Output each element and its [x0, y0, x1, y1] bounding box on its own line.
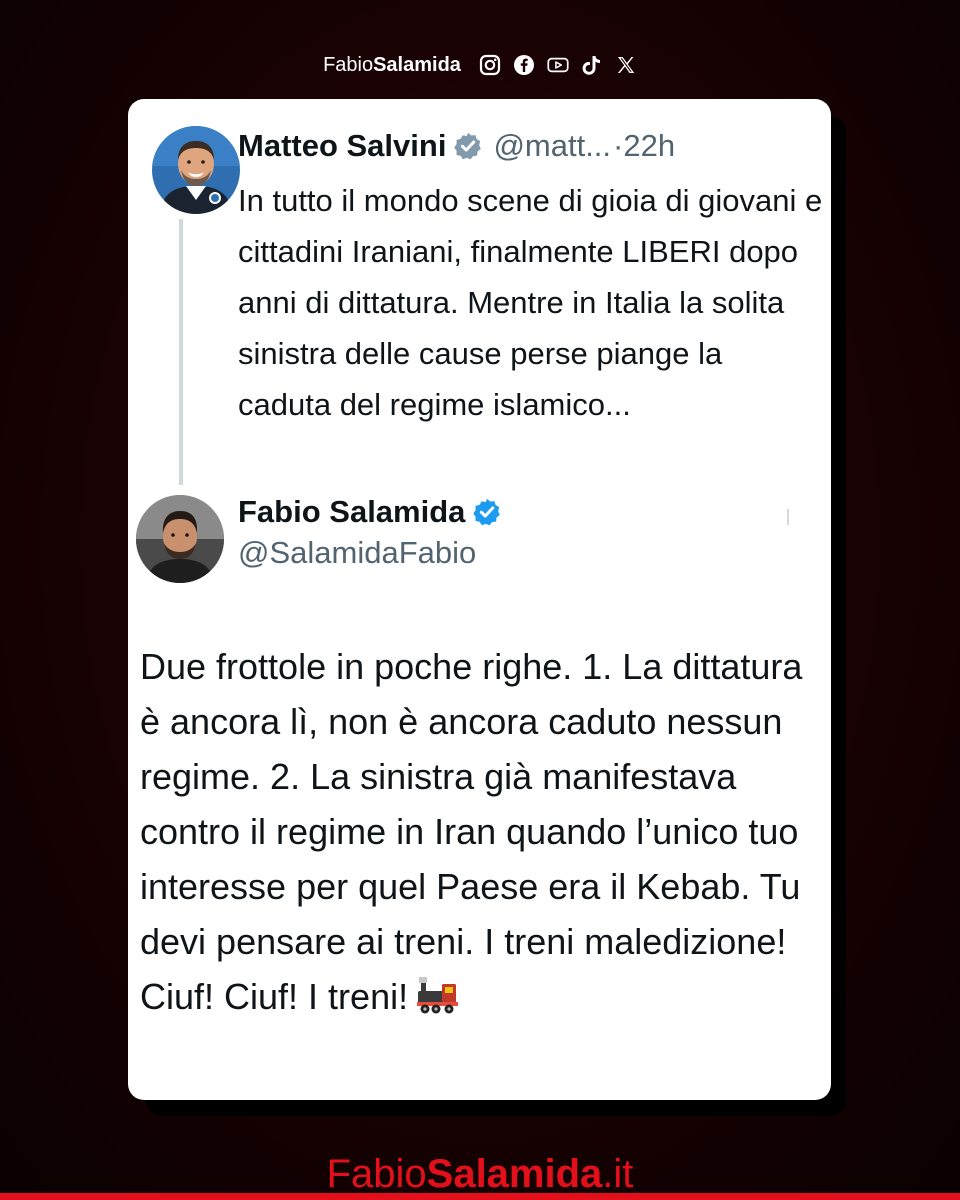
top-brand-first: Fabio [323, 53, 374, 76]
youtube-icon[interactable] [547, 54, 569, 76]
reply-author-name[interactable]: Fabio Salamida [238, 494, 465, 530]
salvini-avatar[interactable] [152, 126, 240, 214]
bottom-accent-strip [0, 1193, 960, 1200]
header-separator: · [613, 128, 624, 163]
fabio-avatar[interactable] [136, 495, 224, 583]
facebook-icon[interactable] [513, 54, 535, 76]
original-tweet-text: In tutto il mondo scene di gioia di giov… [238, 183, 823, 422]
footer-tld: .it [602, 1152, 634, 1196]
divider-tick [787, 509, 789, 525]
tweet-card: Matteo Salvini @matt... · 22h In tutto i… [128, 99, 831, 1100]
thread-connector-line [179, 219, 183, 485]
site-url-footer[interactable]: FabioSalamida.it [0, 1152, 960, 1196]
top-brand-bar: FabioSalamida [0, 50, 960, 80]
original-tweet-header: Matteo Salvini @matt... · 22h [238, 123, 675, 169]
reply-handle[interactable]: @SalamidaFabio [238, 535, 476, 571]
original-author-name[interactable]: Matteo Salvini [238, 128, 446, 164]
top-brand-last: Salamida [373, 53, 461, 76]
reply-tweet-text: Due frottole in poche righe. 1. La ditta… [140, 639, 820, 1024]
verified-badge-icon [472, 497, 502, 527]
footer-first: Fabio [326, 1152, 427, 1196]
original-timestamp[interactable]: 22h [623, 128, 675, 164]
original-handle[interactable]: @matt... [493, 128, 611, 164]
verified-badge-icon [453, 131, 483, 161]
footer-last: Salamida [426, 1152, 603, 1196]
steam-locomotive-icon [416, 975, 460, 1015]
instagram-icon[interactable] [479, 54, 501, 76]
reply-header: Fabio Salamida [238, 491, 512, 533]
tiktok-icon[interactable] [581, 54, 603, 76]
x-icon[interactable] [615, 54, 637, 76]
top-brand-name: FabioSalamida [323, 54, 461, 77]
reply-text-body: Due frottole in poche righe. 1. La ditta… [140, 646, 803, 1017]
